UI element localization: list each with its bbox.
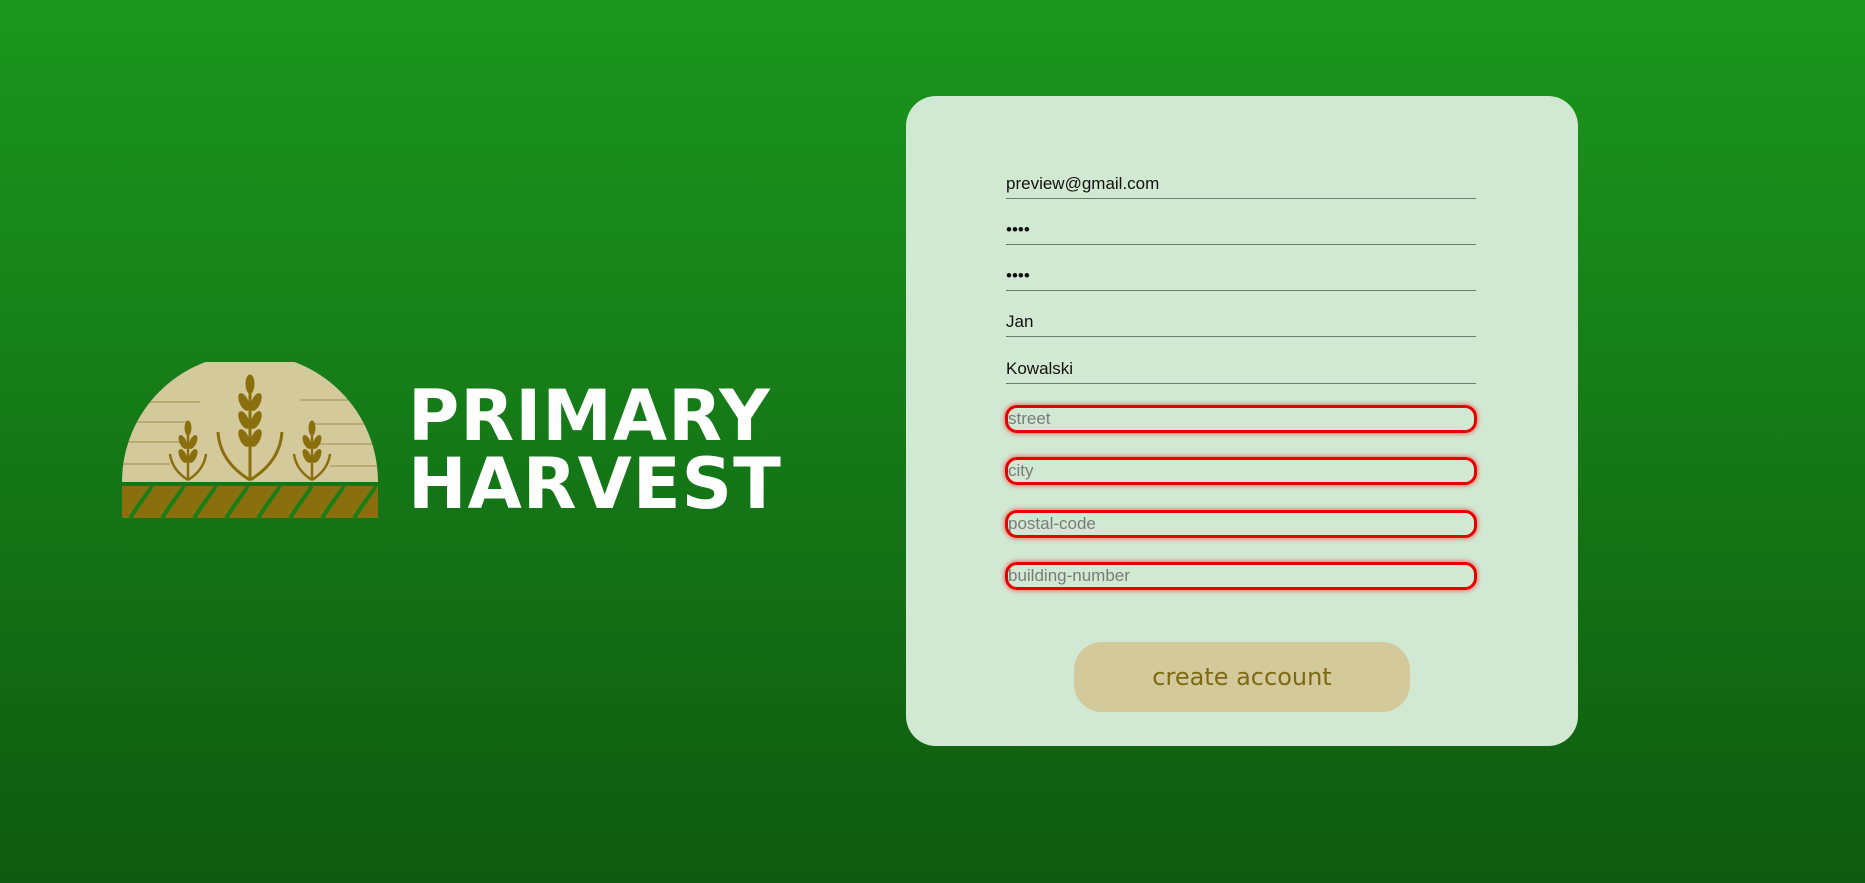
brand-line-1: PRIMARY (408, 375, 771, 457)
password-field[interactable] (1006, 218, 1476, 245)
first-name-field[interactable] (1006, 310, 1476, 337)
password-confirm-field[interactable] (1006, 264, 1476, 291)
brand-name: PRIMARY HARVEST (408, 375, 782, 525)
street-field[interactable] (1005, 405, 1477, 433)
city-field[interactable] (1005, 457, 1477, 485)
brand-logo: PRIMARY HARVEST (120, 362, 781, 532)
postal-code-field[interactable] (1005, 510, 1477, 538)
email-field[interactable] (1006, 172, 1476, 199)
create-account-button[interactable]: create account (1074, 642, 1410, 712)
last-name-field[interactable] (1006, 357, 1476, 384)
brand-line-2: HARVEST (408, 443, 782, 525)
register-form: create account (906, 96, 1578, 746)
building-number-field[interactable] (1005, 562, 1477, 590)
wheat-field-icon (122, 362, 378, 520)
